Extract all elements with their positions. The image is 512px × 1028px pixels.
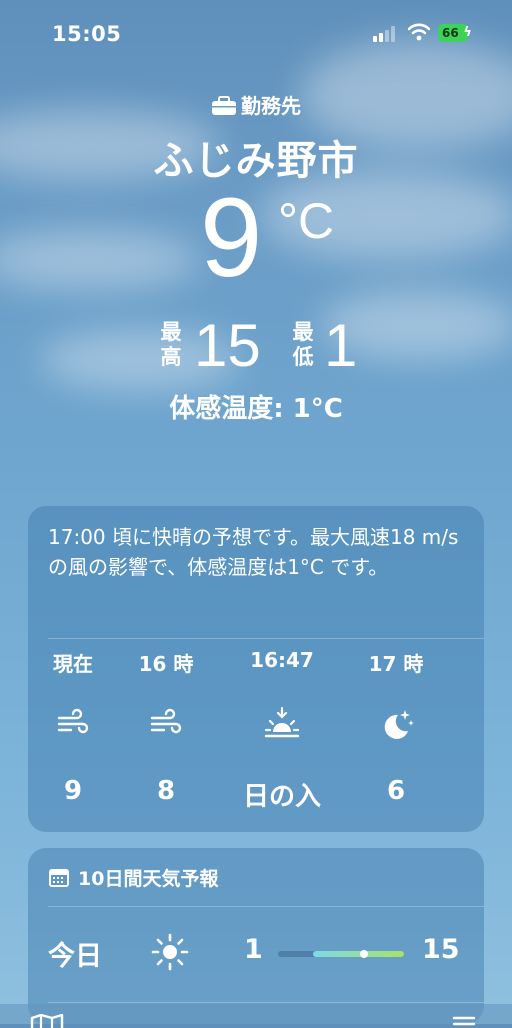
hour-label: 17 時	[368, 652, 424, 676]
divider	[48, 906, 484, 907]
location-badge-label: 勤務先	[241, 94, 301, 118]
list-icon[interactable]	[452, 1016, 476, 1028]
temperature-unit: °C	[278, 193, 335, 249]
hour-label: 16:47	[250, 648, 314, 672]
sunset-icon	[264, 706, 300, 738]
battery-level: 66	[442, 26, 459, 40]
high-temperature: 15	[194, 312, 261, 379]
battery-icon: 66 ϟ	[438, 24, 472, 42]
ten-day-forecast-card[interactable]: 10日間天気予報 今日 1 15	[28, 848, 484, 1024]
cellular-signal-icon	[373, 26, 397, 42]
day-name: 今日	[48, 941, 102, 972]
current-temperature-dot	[359, 950, 368, 958]
hour-value: 日の入	[242, 782, 321, 812]
hourly-strip[interactable]: 現在 9 16 時 8 16:47 日の入 17 時 6	[0, 648, 512, 818]
status-time: 15:05	[52, 22, 122, 46]
low-label: 最 低	[292, 320, 314, 369]
day-row[interactable]: 今日 1 15	[28, 930, 484, 974]
hour-label: 現在	[53, 652, 93, 676]
feels-like: 体感温度: 1°C	[169, 394, 343, 424]
briefcase-icon	[212, 96, 236, 115]
map-icon[interactable]	[30, 1014, 64, 1028]
low-temperature: 1	[324, 312, 358, 379]
hour-value: 8	[156, 776, 176, 806]
calendar-icon	[49, 869, 69, 887]
location-badge: 勤務先	[0, 90, 512, 119]
wind-icon	[150, 708, 182, 734]
day-low-temp: 1	[244, 934, 263, 965]
wifi-icon	[408, 23, 430, 41]
charging-bolt-icon: ϟ	[463, 25, 472, 40]
divider	[48, 1002, 484, 1003]
moon-stars-icon	[384, 710, 414, 739]
forecast-summary: 17:00 頃に快晴の予想です。最大風速18 m/s の風の影響で、体感温度は1…	[48, 525, 459, 579]
temperature-range-bar	[278, 950, 404, 958]
current-temperature: 9	[200, 175, 263, 300]
bottom-toolbar	[0, 1004, 512, 1028]
sun-icon	[151, 933, 189, 971]
divider	[48, 638, 484, 639]
high-label: 最 高	[160, 320, 182, 369]
hour-label: 16 時	[138, 652, 194, 676]
day-high-temp: 15	[422, 934, 460, 965]
ten-day-header: 10日間天気予報	[48, 864, 218, 891]
temperature-range-fill	[313, 951, 404, 957]
ten-day-title: 10日間天気予報	[78, 868, 219, 890]
wind-icon	[57, 708, 89, 734]
hour-value: 9	[63, 776, 83, 806]
status-bar: 15:05 66 ϟ	[0, 0, 512, 64]
hour-value: 6	[386, 776, 406, 806]
